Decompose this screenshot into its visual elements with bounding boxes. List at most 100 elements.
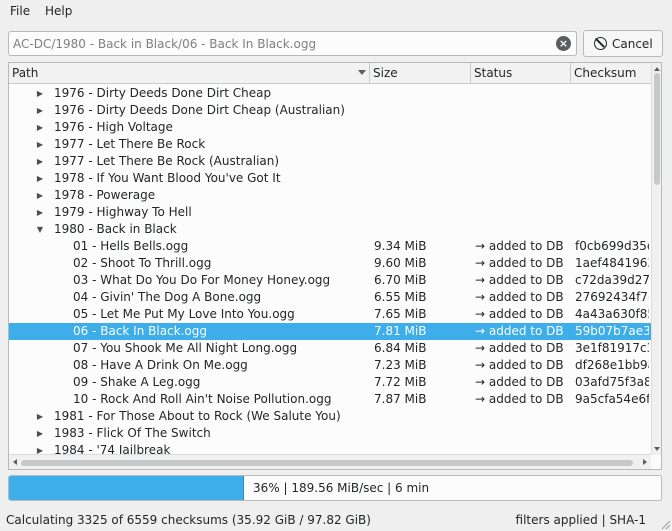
row-checksum: c72da39d271	[575, 273, 649, 287]
row-path: 09 - Shake A Leg.ogg	[73, 375, 201, 389]
tree-row[interactable]: ▼ 1980 - Back in Black	[9, 221, 651, 238]
status-bar: Calculating 3325 of 6559 checksums (35.9…	[0, 510, 672, 531]
tree-row[interactable]: ▶ 1977 - Let There Be Rock	[9, 136, 651, 153]
row-path: 04 - Givin' The Dog A Bone.ogg	[73, 290, 262, 304]
column-header-checksum[interactable]: Checksum	[571, 63, 651, 84]
tree-row[interactable]: 02 - Shoot To Thrill.ogg 9.60 MiB → added …	[9, 255, 651, 272]
column-header-size[interactable]: Size	[370, 63, 471, 84]
row-size: 7.65 MiB	[374, 307, 427, 321]
tree-row[interactable]: 07 - You Shook Me All Night Long.ogg 6.84…	[9, 340, 651, 357]
row-path: 1976 - High Voltage	[54, 120, 173, 134]
tree-row[interactable]: 04 - Givin' The Dog A Bone.ogg 6.55 MiB → …	[9, 289, 651, 306]
tree-row[interactable]: 06 - Back In Black.ogg 7.81 MiB → added to…	[9, 323, 651, 340]
row-size: 7.87 MiB	[374, 392, 427, 406]
row-size: 9.60 MiB	[374, 256, 427, 270]
row-status: → added to DB	[475, 341, 564, 355]
row-path: 1980 - Back in Black	[54, 222, 177, 236]
tree-row[interactable]: ▶ 1983 - Flick Of The Switch	[9, 425, 651, 442]
row-path: 1977 - Let There Be Rock (Australian)	[54, 154, 280, 168]
tree-row[interactable]: ▶ 1978 - If You Want Blood You've Got It	[9, 170, 651, 187]
row-checksum: 1aef48419636	[575, 256, 649, 270]
collapsed-arrow-icon[interactable]: ▶	[35, 204, 45, 221]
row-status: → added to DB	[475, 375, 564, 389]
resize-grip-icon[interactable]	[660, 519, 670, 529]
tree-row[interactable]: ▶ 1979 - Highway To Hell	[9, 204, 651, 221]
menu-file[interactable]: File	[10, 3, 30, 19]
status-message: Calculating 3325 of 6559 checksums (35.9…	[6, 513, 371, 527]
tree-header: Path Size Status Checksum	[9, 63, 651, 84]
column-header-status[interactable]: Status	[471, 63, 571, 84]
collapsed-arrow-icon[interactable]: ▶	[35, 119, 45, 136]
row-path: 1977 - Let There Be Rock	[54, 137, 206, 151]
row-path: 01 - Hells Bells.ogg	[73, 239, 189, 253]
row-size: 6.84 MiB	[374, 341, 427, 355]
collapsed-arrow-icon[interactable]: ▶	[35, 153, 45, 170]
tree-row[interactable]: 01 - Hells Bells.ogg 9.34 MiB → added to D…	[9, 238, 651, 255]
row-checksum: 03afd75f3a80	[575, 375, 649, 389]
row-size: 6.70 MiB	[374, 273, 427, 287]
menu-help[interactable]: Help	[45, 3, 72, 19]
collapsed-arrow-icon[interactable]: ▶	[35, 170, 45, 187]
current-file-field[interactable]: AC-DC/1980 - Back in Black/06 - Back In …	[8, 31, 577, 56]
scroll-up-icon[interactable]	[654, 67, 660, 71]
tree-rows: ▶ 1976 - Dirty Deeds Done Dirt Cheap ▶ 1976…	[9, 84, 651, 454]
row-path: 1983 - Flick Of The Switch	[54, 426, 211, 440]
expanded-arrow-icon[interactable]: ▼	[35, 221, 45, 238]
tree-row[interactable]: ▶ 1976 - High Voltage	[9, 119, 651, 136]
vertical-scrollbar[interactable]	[651, 63, 661, 455]
tree-row[interactable]: ▶ 1984 - '74 Jailbreak	[9, 442, 651, 454]
cancel-label: Cancel	[612, 37, 653, 51]
collapsed-arrow-icon[interactable]: ▶	[35, 408, 45, 425]
scroll-down-icon[interactable]	[654, 447, 660, 451]
scroll-right-icon[interactable]	[643, 459, 647, 465]
file-tree[interactable]: Path Size Status Checksum ▶ 1976 - Dirty …	[8, 62, 662, 470]
row-size: 7.23 MiB	[374, 358, 427, 372]
progress-fill	[9, 476, 244, 500]
sort-descending-icon	[358, 70, 366, 75]
progress-text: 36% | 189.56 MiB/sec | 6 min	[253, 481, 430, 495]
row-status: → added to DB	[475, 290, 564, 304]
horizontal-scrollbar[interactable]	[9, 454, 651, 469]
tree-row[interactable]: 10 - Rock And Roll Ain't Noise Pollution…	[9, 391, 651, 408]
clear-icon[interactable]: ×	[556, 36, 571, 51]
row-path: 1976 - Dirty Deeds Done Dirt Cheap	[54, 86, 272, 100]
collapsed-arrow-icon[interactable]: ▶	[35, 442, 45, 454]
tree-row[interactable]: 09 - Shake A Leg.ogg 7.72 MiB → added to D…	[9, 374, 651, 391]
row-status: → added to DB	[475, 256, 564, 270]
collapsed-arrow-icon[interactable]: ▶	[35, 85, 45, 102]
tree-row[interactable]: ▶ 1976 - Dirty Deeds Done Dirt Cheap (Aus…	[9, 102, 651, 119]
collapsed-arrow-icon[interactable]: ▶	[35, 136, 45, 153]
row-path: 1984 - '74 Jailbreak	[54, 443, 171, 454]
collapsed-arrow-icon[interactable]: ▶	[35, 102, 45, 119]
row-path: 1978 - If You Want Blood You've Got It	[54, 171, 281, 185]
column-header-path[interactable]: Path	[9, 63, 370, 84]
collapsed-arrow-icon[interactable]: ▶	[35, 187, 45, 204]
tree-row[interactable]: 08 - Have A Drink On Me.ogg 7.23 MiB → add…	[9, 357, 651, 374]
collapsed-arrow-icon[interactable]: ▶	[35, 425, 45, 442]
tree-row[interactable]: ▶ 1977 - Let There Be Rock (Australian)	[9, 153, 651, 170]
tree-row[interactable]: ▶ 1978 - Powerage	[9, 187, 651, 204]
horizontal-scroll-thumb[interactable]	[21, 460, 633, 466]
row-size: 7.72 MiB	[374, 375, 427, 389]
row-size: 7.81 MiB	[374, 324, 427, 338]
row-checksum: 4a43a630f859	[575, 307, 649, 321]
row-checksum: 59b07b7ae37	[575, 324, 649, 338]
tree-row[interactable]: 05 - Let Me Put My Love Into You.ogg 7.65…	[9, 306, 651, 323]
row-size: 9.34 MiB	[374, 239, 427, 253]
row-path: 06 - Back In Black.ogg	[73, 324, 207, 338]
cancel-button[interactable]: Cancel	[583, 30, 663, 57]
tree-row[interactable]: ▶ 1981 - For Those About to Rock (We Salu…	[9, 408, 651, 425]
tree-row[interactable]: 03 - What Do You Do For Money Honey.ogg 6…	[9, 272, 651, 289]
row-checksum: df268e1bb9a	[575, 358, 649, 372]
row-checksum: f0cb699d35e:	[575, 239, 649, 253]
current-file-text: AC-DC/1980 - Back in Black/06 - Back In …	[13, 37, 317, 51]
vertical-scroll-thumb[interactable]	[654, 73, 660, 185]
row-path: 08 - Have A Drink On Me.ogg	[73, 358, 248, 372]
row-status: → added to DB	[475, 239, 564, 253]
status-filters: filters applied | SHA-1	[515, 513, 646, 527]
row-path: 1978 - Powerage	[54, 188, 156, 202]
progress-bar: 36% | 189.56 MiB/sec | 6 min	[8, 475, 662, 501]
tree-row[interactable]: ▶ 1976 - Dirty Deeds Done Dirt Cheap	[9, 85, 651, 102]
scroll-left-icon[interactable]	[13, 459, 17, 465]
row-status: → added to DB	[475, 392, 564, 406]
